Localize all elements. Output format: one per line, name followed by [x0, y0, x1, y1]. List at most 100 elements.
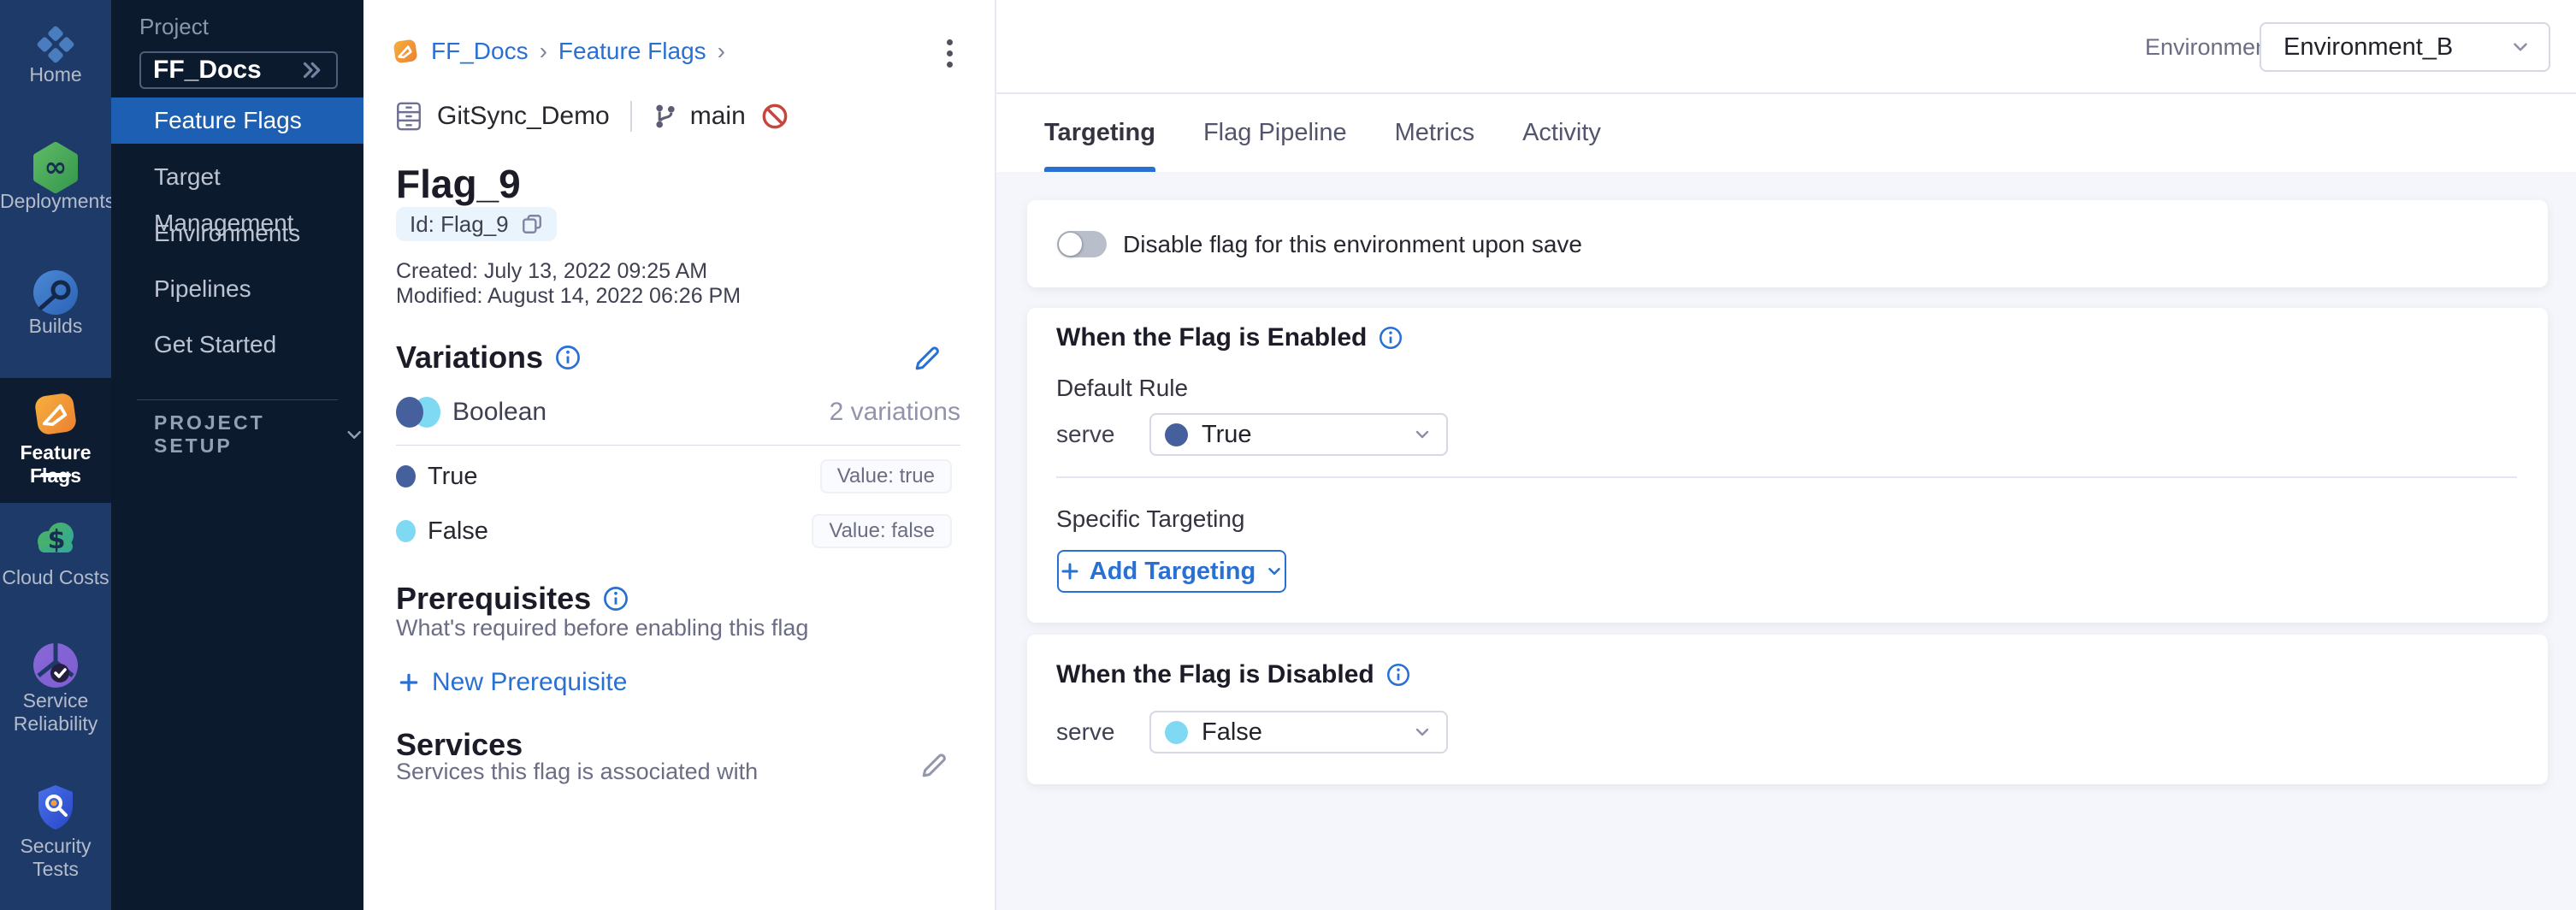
- add-targeting-button[interactable]: Add Targeting: [1057, 550, 1286, 593]
- serve-variation-select-enabled[interactable]: True: [1149, 413, 1448, 456]
- project-sidebar: Project FF_Docs Feature Flags Target Man…: [111, 0, 363, 910]
- page-title: Flag_9: [396, 161, 521, 207]
- variation-name: True: [428, 463, 478, 491]
- false-variation-dot: [396, 520, 416, 542]
- sidebar-item-pipelines[interactable]: Pipelines: [111, 266, 363, 312]
- variation-row-true: True Value: true: [396, 458, 962, 494]
- harness-feature-flag-detail-screen: Home ∞ Deployments Builds: [0, 0, 2576, 910]
- sidebar-label-security-tests[interactable]: Security Tests: [0, 835, 111, 881]
- breadcrumb-separator: ›: [718, 38, 725, 65]
- breadcrumb-separator: ›: [540, 38, 547, 65]
- sidebar-item-cloud-costs[interactable]: $: [0, 511, 111, 566]
- breadcrumb-feature-flags-link[interactable]: Feature Flags: [558, 38, 706, 65]
- project-selector[interactable]: FF_Docs: [139, 51, 338, 89]
- dot: [947, 39, 953, 45]
- tab-targeting[interactable]: Targeting: [1044, 94, 1155, 172]
- flag-enabled-heading-text: When the Flag is Enabled: [1056, 323, 1367, 352]
- builds-icon: [28, 265, 83, 320]
- flag-tabs: Targeting Flag Pipeline Metrics Activity: [996, 94, 2576, 172]
- project-setup-toggle[interactable]: PROJECT SETUP: [154, 417, 363, 452]
- info-icon[interactable]: [1386, 663, 1410, 687]
- variation-type-label: Boolean: [452, 398, 547, 427]
- edit-services-button[interactable]: [918, 749, 952, 783]
- disable-flag-toggle-label: Disable flag for this environment upon s…: [1123, 231, 1582, 257]
- variation-count: 2 variations: [830, 398, 960, 427]
- sidebar-label-deployments[interactable]: Deployments: [0, 190, 111, 213]
- git-repo-icon: [396, 102, 422, 131]
- default-rule-label: Default Rule: [1056, 375, 1188, 402]
- sidebar-item-feature-flags[interactable]: [0, 388, 111, 440]
- prerequisites-section-heading: Prerequisites: [396, 581, 629, 617]
- flag-id-label: Id: Flag_9: [410, 211, 509, 238]
- breadcrumb: FF_Docs › Feature Flags ›: [391, 34, 725, 68]
- sidebar-item-environments[interactable]: Environments: [111, 210, 363, 257]
- services-section-heading: Services: [396, 727, 523, 763]
- prerequisites-heading-text: Prerequisites: [396, 581, 591, 617]
- feature-flags-icon: [30, 388, 81, 440]
- double-chevron-right-icon: [298, 57, 324, 83]
- divider: [1056, 476, 2517, 478]
- sidebar-item-security-tests[interactable]: [0, 780, 111, 835]
- new-prerequisite-label: New Prerequisite: [432, 668, 627, 697]
- sidebar-label-home[interactable]: Home: [0, 63, 111, 86]
- chevron-down-icon: [2509, 36, 2532, 58]
- targeting-tab-content: Disable flag for this environment upon s…: [996, 172, 2576, 910]
- sidebar-divider: [137, 399, 338, 400]
- sidebar-item-feature-flags-project[interactable]: Feature Flags: [111, 98, 363, 144]
- tab-metrics[interactable]: Metrics: [1395, 94, 1474, 172]
- project-selector-value: FF_Docs: [153, 56, 298, 85]
- sidebar-item-builds[interactable]: [0, 265, 111, 320]
- vertical-divider: [630, 101, 632, 132]
- sidebar-label-service-reliability[interactable]: Service Reliability: [0, 689, 111, 736]
- gitsync-repo-name[interactable]: GitSync_Demo: [437, 102, 610, 131]
- info-icon[interactable]: [555, 345, 581, 370]
- serve-variation-value: True: [1202, 421, 1398, 449]
- git-branch-name[interactable]: main: [690, 102, 746, 131]
- deployments-icon: ∞: [28, 140, 83, 195]
- sidebar-item-service-reliability[interactable]: [0, 638, 111, 693]
- sidebar-label-cloud-costs[interactable]: Cloud Costs: [0, 566, 111, 589]
- git-sync-disabled-icon: [761, 103, 789, 130]
- variation-name: False: [428, 517, 488, 546]
- serve-variation-select-disabled[interactable]: False: [1149, 711, 1448, 753]
- project-setup-label: PROJECT SETUP: [154, 411, 324, 458]
- module-sidebar: Home ∞ Deployments Builds: [0, 0, 111, 910]
- info-icon[interactable]: [1379, 326, 1403, 350]
- divider: [396, 445, 960, 446]
- svg-text:∞: ∞: [44, 151, 68, 183]
- dot: [947, 50, 953, 56]
- flag-enabled-card: When the Flag is Enabled Default Rule se…: [1027, 308, 2548, 623]
- feature-flags-active-underline: [40, 473, 71, 477]
- disable-flag-card: Disable flag for this environment upon s…: [1027, 200, 2548, 287]
- variation-row-false: False Value: false: [396, 513, 962, 549]
- gitsync-row: GitSync_Demo main: [396, 99, 789, 133]
- variation-value-badge: Value: false: [812, 514, 952, 548]
- sidebar-item-get-started[interactable]: Get Started: [111, 322, 363, 368]
- security-tests-icon: [28, 780, 83, 835]
- false-variation-dot: [1165, 721, 1188, 744]
- flag-disabled-heading-text: When the Flag is Disabled: [1056, 660, 1374, 689]
- boolean-type-icon: [396, 395, 440, 429]
- flag-options-menu-button[interactable]: [935, 36, 964, 70]
- sidebar-label-builds[interactable]: Builds: [0, 315, 111, 338]
- sidebar-item-deployments[interactable]: ∞: [0, 140, 111, 195]
- breadcrumb-project-link[interactable]: FF_Docs: [431, 38, 529, 65]
- new-prerequisite-button[interactable]: New Prerequisite: [398, 665, 627, 700]
- info-icon[interactable]: [603, 586, 629, 612]
- disable-flag-toggle[interactable]: [1057, 231, 1107, 257]
- dot: [947, 62, 953, 68]
- environment-select-value: Environment_B: [2284, 33, 2509, 62]
- created-timestamp: Created: July 13, 2022 09:25 AM: [396, 259, 707, 284]
- sidebar-label-feature-flags[interactable]: Feature Flags: [0, 441, 111, 488]
- environment-bar: Environment Environment_B: [996, 0, 2576, 94]
- chevron-down-icon: [1265, 562, 1284, 581]
- copy-icon[interactable]: [521, 213, 543, 235]
- edit-variations-button[interactable]: [911, 342, 945, 376]
- pencil-icon: [911, 342, 943, 375]
- true-variation-dot: [1165, 423, 1188, 446]
- sidebar-item-target-management[interactable]: Target Management: [111, 154, 363, 200]
- environment-select[interactable]: Environment_B: [2260, 22, 2550, 72]
- tab-flag-pipeline[interactable]: Flag Pipeline: [1203, 94, 1347, 172]
- tab-activity[interactable]: Activity: [1522, 94, 1601, 172]
- serve-label: serve: [1056, 413, 1114, 456]
